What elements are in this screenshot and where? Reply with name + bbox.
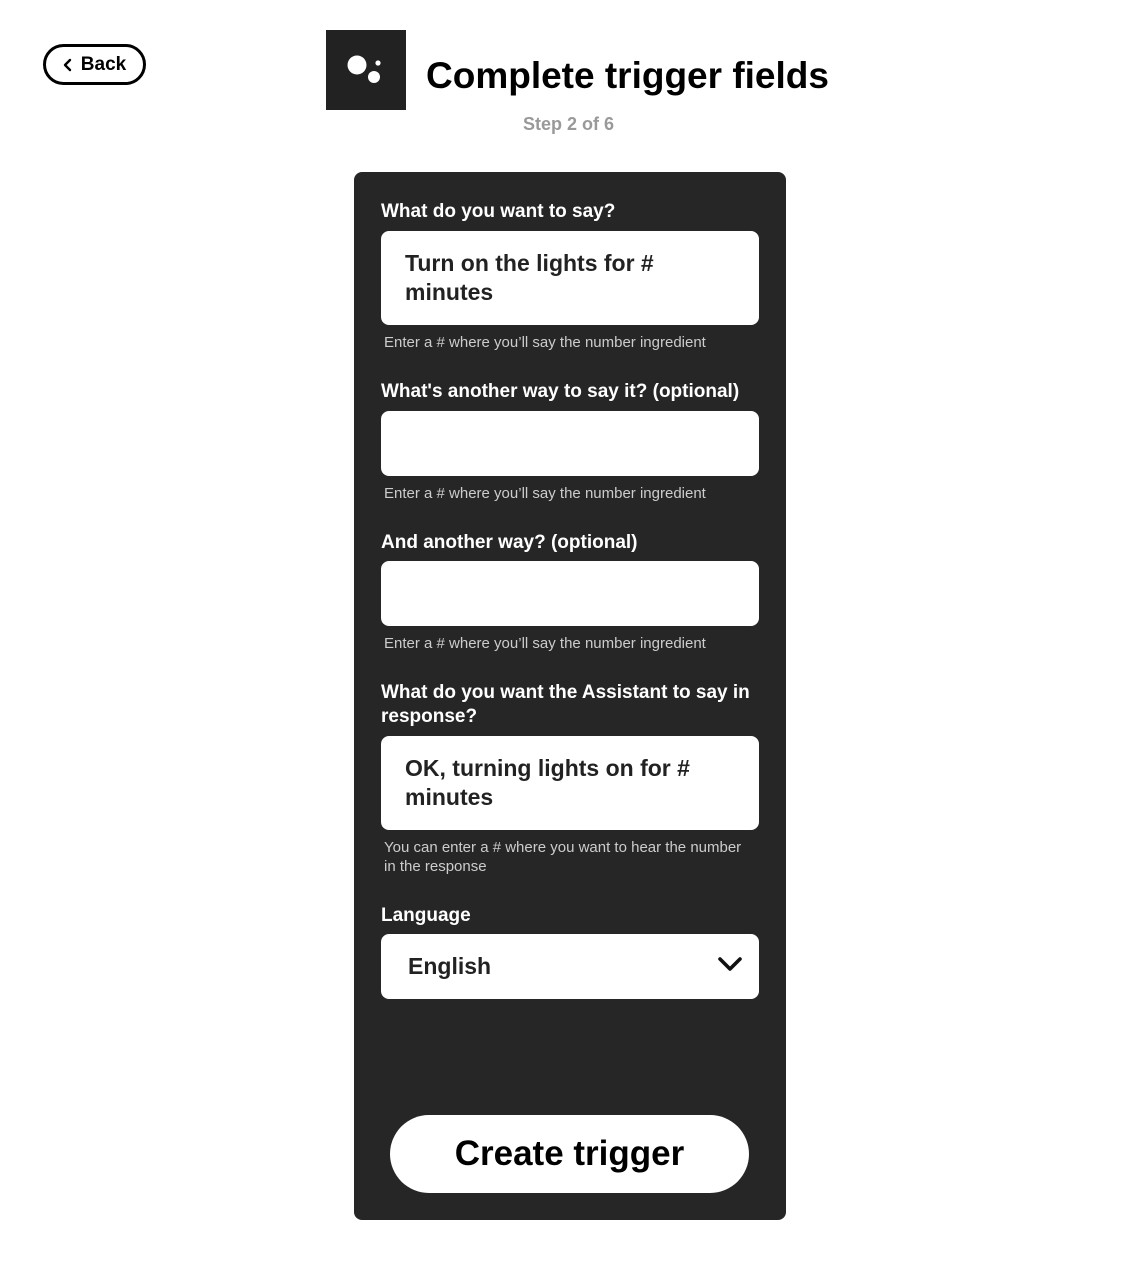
field-label-alt-phrase: What's another way to say it? (optional): [381, 381, 740, 402]
alt-phrase-input[interactable]: [381, 411, 759, 476]
phrase-input[interactable]: Turn on the lights for # minutes: [381, 231, 759, 325]
language-select[interactable]: English: [381, 934, 759, 999]
response-input[interactable]: OK, turning lights on for # minutes: [381, 736, 759, 830]
trigger-form-card: What do you want to say? Turn on the lig…: [354, 172, 786, 1220]
field-label-alt-phrase-2: And another way? (optional): [381, 532, 638, 553]
google-assistant-icon: [326, 30, 406, 110]
field-label-phrase: What do you want to say?: [381, 201, 616, 222]
back-button[interactable]: Back: [43, 44, 146, 85]
phrase-helper-text: Enter a # where you’ll say the number in…: [384, 334, 706, 351]
alt-phrase-2-input[interactable]: [381, 561, 759, 626]
field-label-language: Language: [381, 905, 471, 926]
create-trigger-button[interactable]: Create trigger: [390, 1115, 749, 1193]
language-selected-value: English: [408, 953, 492, 979]
alt-phrase-helper-text: Enter a # where you’ll say the number in…: [384, 485, 706, 502]
chevron-down-icon: [717, 955, 743, 978]
step-indicator: Step 2 of 6: [522, 114, 615, 134]
field-label-response: What do you want the Assistant to say in…: [381, 682, 750, 727]
chevron-left-icon: [63, 58, 73, 72]
back-label: Back: [80, 53, 127, 75]
page-title: Complete trigger fields: [426, 55, 829, 96]
alt-phrase-2-helper-text: Enter a # where you’ll say the number in…: [384, 635, 706, 652]
response-helper-text: You can enter a # where you want to hear…: [384, 839, 742, 875]
